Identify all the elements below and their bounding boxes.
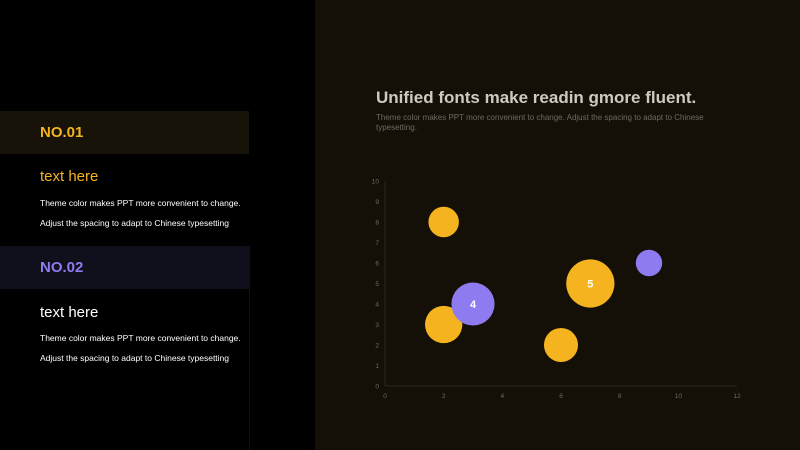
section-2-number: NO.02 [40, 259, 84, 276]
x-tick-label: 0 [383, 393, 387, 400]
panel-divider [249, 245, 250, 450]
y-tick-label: 6 [375, 260, 379, 267]
y-tick-label: 5 [375, 281, 379, 288]
y-tick-label: 2 [375, 342, 379, 349]
section-2-line-1: Theme color makes PPT more convenient to… [40, 333, 241, 343]
section-1-line-1: Theme color makes PPT more convenient to… [40, 198, 241, 208]
y-tick-label: 10 [372, 178, 380, 185]
bubble-label: 5 [587, 279, 593, 291]
x-tick-label: 8 [618, 393, 622, 400]
x-tick-label: 4 [501, 393, 505, 400]
section-2-line-2: Adjust the spacing to adapt to Chinese t… [40, 353, 230, 363]
y-tick-label: 4 [375, 301, 379, 308]
y-tick-label: 1 [375, 363, 379, 370]
y-tick-label: 7 [375, 240, 379, 247]
bubble [635, 249, 663, 277]
section-2-header-bar [0, 246, 249, 289]
section-1-line-2: Adjust the spacing to adapt to Chinese t… [40, 218, 230, 228]
main-description: Theme color makes PPT more convenient to… [376, 113, 704, 132]
main-title: Unified fonts make readin gmore fluent. [376, 88, 697, 107]
section-1-number: NO.01 [40, 124, 84, 141]
y-tick-label: 3 [375, 322, 379, 329]
bubble-label: 4 [470, 299, 477, 311]
bubble [428, 206, 459, 238]
x-tick-label: 6 [559, 393, 563, 400]
bubble [543, 327, 579, 363]
y-tick-label: 9 [375, 199, 379, 206]
x-tick-label: 2 [442, 393, 446, 400]
slide: NO.01 text here Theme color makes PPT mo… [0, 0, 800, 450]
y-tick-label: 0 [375, 383, 379, 390]
section-1-header-bar [0, 111, 249, 154]
x-tick-label: 10 [675, 393, 683, 400]
y-tick-label: 8 [375, 219, 379, 226]
bubble-chart: 0123456789100 2 4 6 8 10 1254 [372, 178, 741, 400]
section-2-subtitle: text here [40, 304, 99, 321]
x-tick-label: 12 [733, 393, 741, 400]
section-1-subtitle: text here [40, 168, 99, 185]
